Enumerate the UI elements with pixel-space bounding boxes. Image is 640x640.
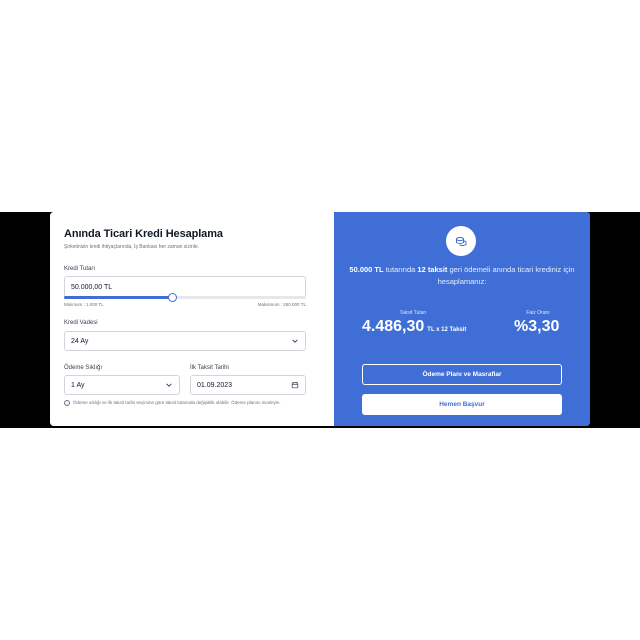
- slider-thumb[interactable]: [168, 293, 178, 302]
- loan-amount-input[interactable]: 50.000,00 TL: [64, 276, 306, 298]
- rate-value: %3,30: [514, 318, 560, 335]
- payment-note: i Ödeme sıklığı ve ilk taksit tarihi seç…: [64, 400, 314, 406]
- chevron-down-icon: [292, 339, 298, 343]
- term-select[interactable]: 24 Ay: [64, 331, 306, 351]
- summary-installments: 12 taksit: [417, 265, 448, 274]
- installment-value: 4.486,30: [362, 318, 425, 335]
- chevron-down-icon: [166, 383, 172, 387]
- loan-amount-slider[interactable]: [64, 293, 306, 302]
- first-date-label: İlk Taksit Tarihi: [190, 365, 229, 371]
- first-date-value: 01.09.2023: [197, 381, 233, 389]
- result-summary: 50.000 TL tutarında 12 taksit geri ödeme…: [344, 264, 580, 288]
- summary-amount: 50.000 TL: [349, 265, 384, 274]
- payment-note-text: Ödeme sıklığı ve ilk taksit tarihi seçim…: [73, 400, 281, 405]
- term-selected: 24 Ay: [71, 337, 89, 345]
- frequency-label: Ödeme Sıklığı: [64, 365, 103, 371]
- summary-rest: geri ödemeli anında ticari krediniz için…: [437, 265, 575, 286]
- installment-amount: 4.486,30 TL x 12 Taksit: [362, 318, 466, 336]
- summary-mid: tutarında: [385, 265, 416, 274]
- payment-plan-button[interactable]: Ödeme Planı ve Masraflar: [362, 364, 562, 385]
- first-date-input[interactable]: 01.09.2023: [190, 375, 306, 395]
- coins-icon: [446, 226, 476, 256]
- loan-min-label: Minimum : 1.000 TL: [64, 302, 104, 307]
- installment-unit: TL x 12 Taksit: [427, 327, 467, 333]
- loan-amount-value: 50.000,00 TL: [71, 283, 113, 291]
- slider-fill: [64, 296, 173, 299]
- info-icon: i: [64, 400, 70, 406]
- calendar-icon[interactable]: [291, 381, 299, 389]
- term-label: Kredi Vadesi: [64, 320, 98, 326]
- frequency-selected: 1 Ay: [71, 381, 85, 389]
- installment-label: Taksit Tutarı: [399, 310, 427, 316]
- results-panel: 50.000 TL tutarında 12 taksit geri ödeme…: [334, 212, 590, 426]
- calculator-title: Anında Ticari Kredi Hesaplama: [64, 228, 223, 240]
- loan-amount-label: Kredi Tutarı: [64, 266, 96, 272]
- apply-now-button[interactable]: Hemen Başvur: [362, 394, 562, 415]
- loan-calculator-card: Anında Ticari Kredi Hesaplama Şirketiniz…: [50, 212, 590, 426]
- rate-label: Faiz Oranı: [526, 310, 550, 316]
- loan-max-label: Maksimum : 250.000 TL: [257, 302, 306, 307]
- calculator-subtitle: Şirketinizin kredi ihtiyaçlarında, İş Ba…: [64, 244, 200, 250]
- frequency-select[interactable]: 1 Ay: [64, 375, 180, 395]
- calculator-form: Anında Ticari Kredi Hesaplama Şirketiniz…: [50, 212, 334, 426]
